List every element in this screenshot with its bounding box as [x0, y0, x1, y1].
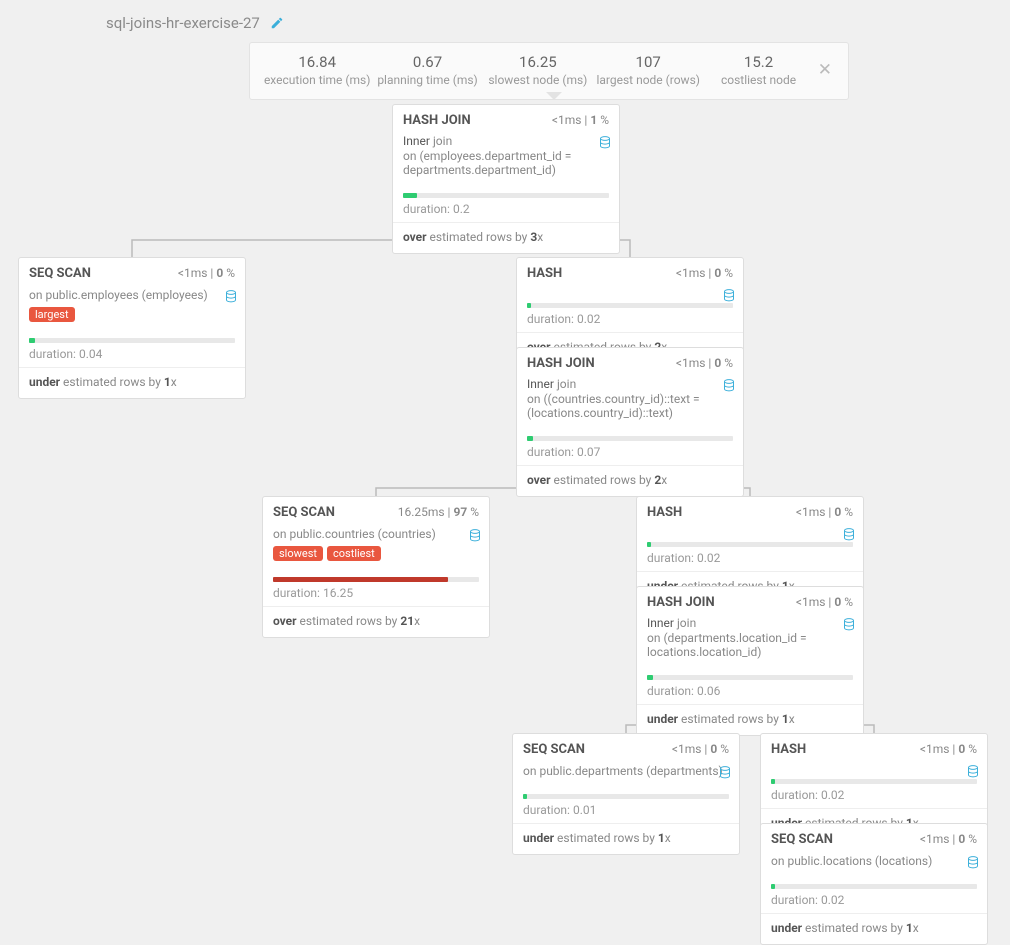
edit-icon[interactable] — [270, 16, 284, 30]
database-icon[interactable] — [723, 379, 735, 393]
database-icon[interactable] — [967, 856, 979, 870]
duration-bar — [527, 436, 733, 441]
stat-plan: 0.67planning time (ms) — [372, 53, 482, 87]
duration-bar — [771, 884, 977, 889]
badge-costliest: costliest — [327, 546, 381, 561]
badge-slowest: slowest — [273, 546, 323, 561]
node-seq-scan-locations[interactable]: SEQ SCAN<1ms | 0 % on public.locations (… — [760, 823, 988, 945]
duration-bar — [647, 675, 853, 680]
duration-bar — [523, 794, 729, 799]
database-icon[interactable] — [843, 528, 855, 542]
badge-largest: largest — [29, 307, 75, 322]
node-seq-scan-countries[interactable]: SEQ SCAN16.25ms | 97 % on public.countri… — [262, 496, 490, 638]
database-icon[interactable] — [469, 529, 481, 543]
duration-bar — [771, 779, 977, 784]
node-hash-join-root[interactable]: HASH JOIN<1ms | 1 % Inner join on (emplo… — [392, 104, 620, 254]
page-title: sql-joins-hr-exercise-27 — [106, 14, 260, 32]
database-icon[interactable] — [967, 765, 979, 779]
database-icon[interactable] — [599, 136, 611, 150]
node-hash-join-departments[interactable]: HASH JOIN<1ms | 0 % Inner join on (depar… — [636, 586, 864, 736]
stat-slow: 16.25slowest node (ms) — [483, 53, 593, 87]
node-seq-scan-departments[interactable]: SEQ SCAN<1ms | 0 % on public.departments… — [512, 733, 740, 855]
stat-cost: 15.2costliest node — [703, 53, 813, 87]
stat-large: 107largest node (rows) — [593, 53, 703, 87]
duration-bar — [527, 303, 733, 308]
duration-bar — [273, 577, 479, 582]
duration-bar — [647, 542, 853, 547]
node-seq-scan-employees[interactable]: SEQ SCAN<1ms | 0 % on public.employees (… — [18, 257, 246, 399]
pointer-icon — [546, 92, 562, 100]
database-icon[interactable] — [225, 290, 237, 304]
close-icon[interactable]: ✕ — [814, 60, 836, 80]
database-icon[interactable] — [723, 289, 735, 303]
duration-bar — [403, 193, 609, 198]
duration-bar — [29, 338, 235, 343]
database-icon[interactable] — [719, 766, 731, 780]
stat-exec: 16.84execution time (ms) — [262, 53, 372, 87]
node-hash-join-countries[interactable]: HASH JOIN<1ms | 0 % Inner join on ((coun… — [516, 347, 744, 497]
database-icon[interactable] — [843, 618, 855, 632]
